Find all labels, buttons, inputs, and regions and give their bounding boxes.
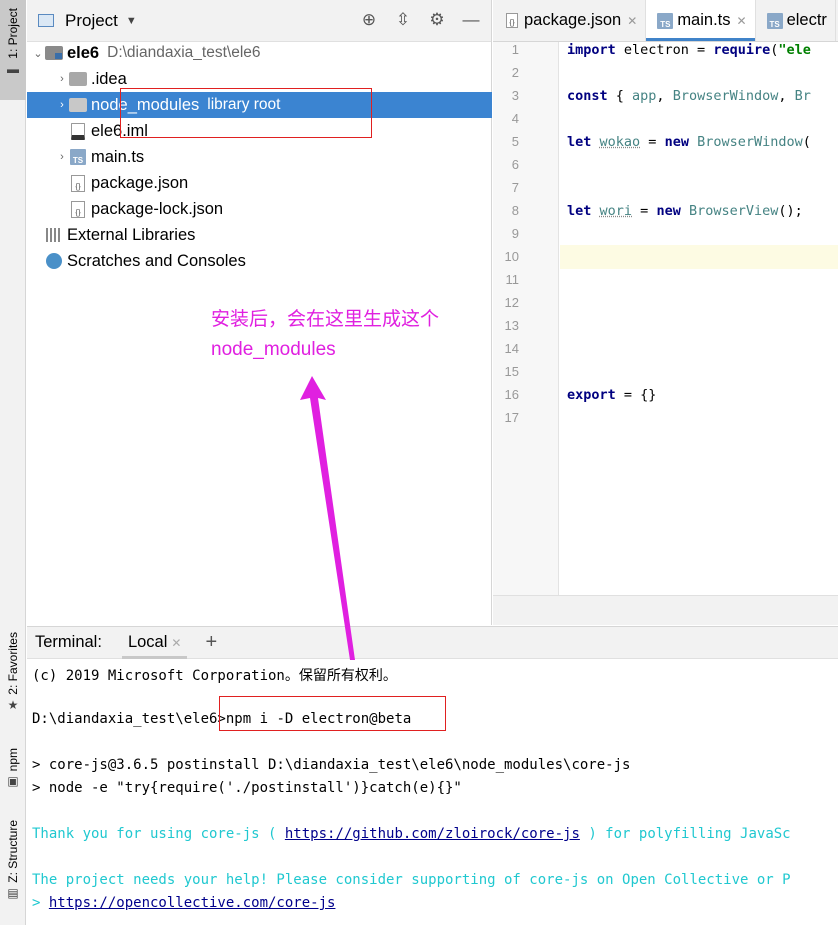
annotation-arrow	[300, 376, 355, 660]
